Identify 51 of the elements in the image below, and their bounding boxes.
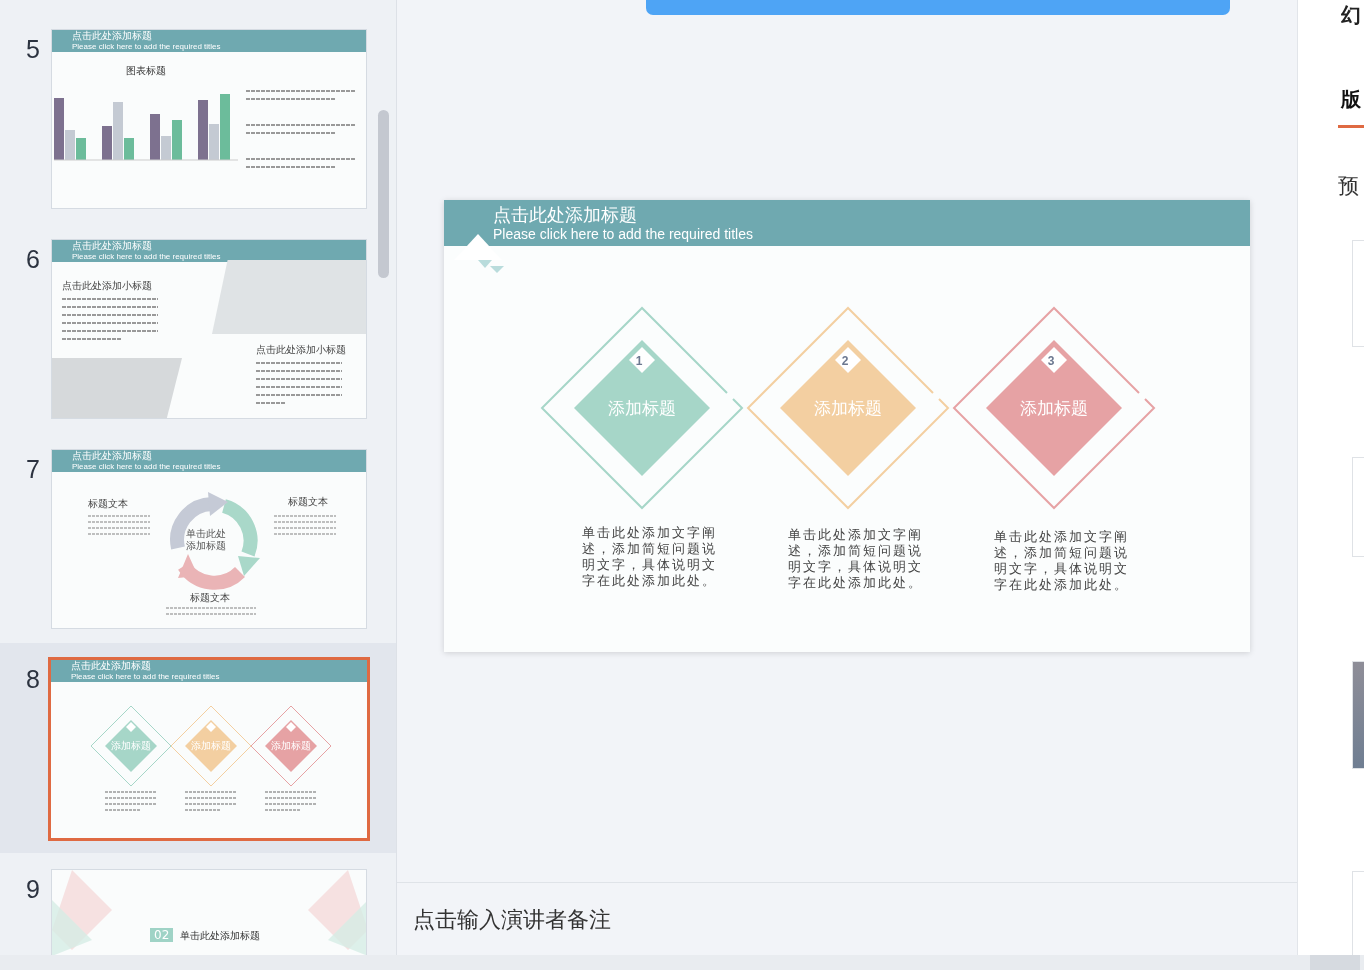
- label-text: 标题文本: [88, 498, 128, 510]
- chart-title: 图表标题: [126, 64, 166, 78]
- panel-tab[interactable]: 版: [1338, 86, 1364, 128]
- slide-number: 8: [25, 664, 41, 691]
- slide-title: 点击此处添加标题: [72, 30, 153, 42]
- label-text: 标题文本: [288, 496, 328, 508]
- action-button[interactable]: [646, 0, 1230, 15]
- slide-subtitle: Please click here to add the required titles: [71, 672, 221, 681]
- slide-subtitle: Please click here to add the required titles: [72, 462, 222, 471]
- diamond-label: 添加标题: [110, 740, 152, 752]
- slide-number: 6: [25, 244, 41, 271]
- text-lines-drawing: [185, 790, 237, 814]
- step-description[interactable]: 单击此处添加文字阐述，添加简短问题说明文字，具体说明文字在此处添加此处。: [582, 525, 722, 589]
- scrollbar-thumb[interactable]: [378, 110, 389, 278]
- slide-thumbnail[interactable]: 02 单击此处添加标题: [51, 869, 367, 955]
- slide-list-row[interactable]: 9 02 单击此处添加标题: [0, 853, 396, 955]
- slide-number: 5: [25, 34, 41, 61]
- slide-subtitle: Please click here to add the required titles: [72, 252, 222, 261]
- slide-heading: 点击此处添加小标题: [256, 344, 346, 356]
- diamond-label: 添加标题: [270, 740, 312, 752]
- step-number: 2: [840, 354, 850, 368]
- chart-bar: [76, 138, 86, 160]
- slide-title: 点击此处添加标题: [72, 450, 153, 462]
- step-number: 1: [634, 354, 644, 368]
- slide-title: 点击此处添加标题: [71, 660, 152, 672]
- section-title: 单击此处添加标题: [180, 930, 260, 942]
- step-number: 3: [1046, 354, 1056, 368]
- panel-title: 幻: [1341, 2, 1361, 29]
- text-lines-drawing: [265, 790, 317, 814]
- label-text: 标题文本: [190, 592, 230, 604]
- slide-heading: 点击此处添加小标题: [62, 280, 152, 292]
- slide-thumbnail[interactable]: 点击此处添加标题 Please click here to add the required titles 图表标题: [51, 29, 367, 209]
- section-number: 02: [150, 928, 174, 942]
- slide-thumbnail[interactable]: 点击此处添加标题 Please click here to add the required titles 点击此处添加小标题 点击此处添加小标题: [51, 239, 367, 419]
- slide-number: 7: [25, 454, 41, 481]
- speaker-notes-field[interactable]: 点击输入演讲者备注: [411, 905, 915, 933]
- slide-subtitle: Please click here to add the required titles: [72, 42, 222, 51]
- text-lines-drawing: [105, 790, 157, 814]
- step-description[interactable]: 单击此处添加文字阐述，添加简短问题说明文字，具体说明文字在此处添加此处。: [994, 529, 1134, 593]
- slide-list-row[interactable]: 5 点击此处添加标题 Please click here to add the required titles 图表标题: [0, 13, 396, 223]
- cycle-center-title: 单击此处添加标题: [186, 528, 226, 552]
- slide-number: 9: [25, 874, 41, 901]
- slide-list-row[interactable]: 8 点击此处添加标题 Please click here to add the required titles 添加标题 添加标题 添加标题: [0, 643, 396, 853]
- slide-list-row[interactable]: 6 点击此处添加标题 Please click here to add the required titles 点击此处添加小标题 点击此处添加小标题: [0, 223, 396, 433]
- step-description[interactable]: 单击此处添加文字阐述，添加简短问题说明文字，具体说明文字在此处添加此处。: [788, 527, 928, 591]
- slide-list-row[interactable]: 7 点击此处添加标题 Please click here to add the required titles 单击此处添加标题 标题文本 标题文本 标题文本: [0, 433, 396, 643]
- diamond-label: 添加标题: [190, 740, 232, 752]
- scrollbar-thumb[interactable]: [1310, 955, 1360, 970]
- slide-thumbnail[interactable]: 点击此处添加标题 Please click here to add the required titles 单击此处添加标题 标题文本 标题文本 标题文本: [51, 449, 367, 629]
- section-label: 预: [1338, 173, 1359, 200]
- slide-title: 点击此处添加标题: [72, 240, 153, 252]
